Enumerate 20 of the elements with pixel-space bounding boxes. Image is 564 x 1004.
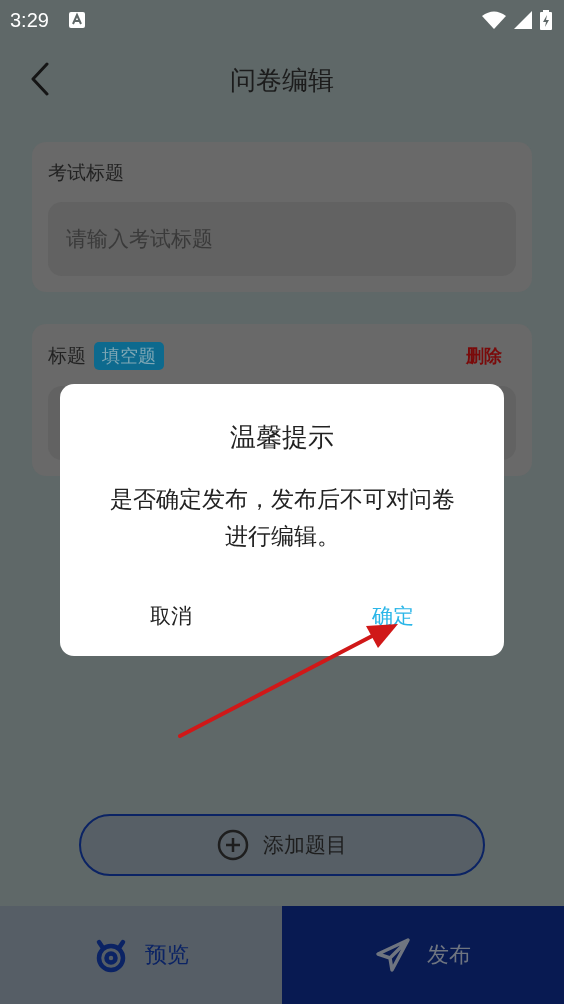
- dialog-title: 温馨提示: [230, 421, 334, 454]
- preview-button[interactable]: 预览: [0, 906, 282, 1004]
- status-time: 3:29: [10, 8, 49, 32]
- question-type-tag: 填空题: [94, 342, 164, 370]
- question-label: 标题: [48, 343, 86, 368]
- send-icon: [375, 937, 411, 973]
- delete-link[interactable]: 删除: [466, 344, 502, 368]
- plus-circle-icon: [217, 829, 249, 861]
- add-question-button[interactable]: 添加题目: [79, 814, 485, 876]
- field-label: 考试标题: [48, 160, 125, 185]
- signal-icon: [514, 11, 532, 29]
- confirm-button[interactable]: 确定: [282, 594, 504, 638]
- page-title: 问卷编辑: [230, 63, 334, 97]
- publish-button[interactable]: 发布: [282, 906, 564, 1004]
- cancel-button[interactable]: 取消: [60, 594, 282, 638]
- back-icon[interactable]: [30, 62, 50, 96]
- battery-icon: [540, 10, 552, 30]
- wifi-icon: [482, 11, 506, 29]
- notification-icon: [68, 12, 85, 28]
- dialog-message: 是否确定发布，发布后不可对问卷进行编辑。: [108, 485, 456, 551]
